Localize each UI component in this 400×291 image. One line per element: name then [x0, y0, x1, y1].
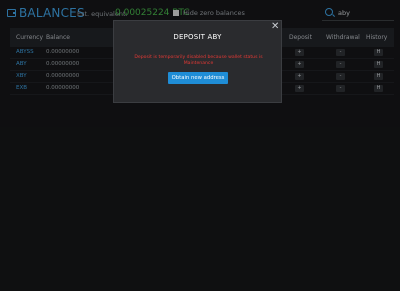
close-icon[interactable]: ✕ [271, 22, 279, 32]
obtain-new-address-button[interactable]: Obtain new address [168, 72, 228, 84]
deposit-disabled-message: Deposit is temporarily disabled because … [134, 55, 263, 66]
deposit-modal: ✕ DEPOSIT ABY Deposit is temporarily dis… [113, 20, 282, 103]
modal-title: DEPOSIT ABY [173, 33, 222, 41]
